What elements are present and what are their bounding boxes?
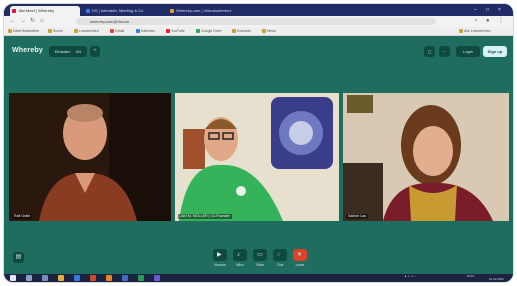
bookmark-item[interactable]: Gmail	[110, 29, 124, 34]
browser-tab[interactable]: US | Interaktiv, Meeting & Co	[84, 6, 164, 16]
login-button[interactable]: Login	[456, 46, 480, 57]
bookmark-item[interactable]: Alle Lesezeichen	[459, 29, 490, 34]
teams-icon[interactable]	[154, 275, 160, 281]
participant-video	[343, 93, 509, 221]
chat-icon: ◌	[277, 252, 281, 258]
participant-tile[interactable]: JAN M. MÖLLER | Co-Founder	[175, 93, 339, 221]
tab-favicon-icon	[86, 9, 90, 13]
browser-tab[interactable]: Whereby.com | Videokonferenz	[168, 6, 240, 16]
microphone-label: Mikro	[236, 263, 244, 267]
participant-tile[interactable]: Ralf Gräfe	[9, 93, 171, 221]
camera-icon: ▶	[217, 252, 222, 258]
task-view-icon[interactable]	[42, 275, 48, 281]
chat-label: Chat	[276, 263, 284, 267]
app-header: Whereby Einladen 3/4 + ▢ ··· Login Sign …	[4, 36, 513, 62]
leave-icon: ✕	[297, 252, 303, 258]
leave-label: Leave	[295, 263, 305, 267]
youtube-icon	[166, 29, 170, 33]
call-controls: ▤ ▶ Kamera ♪ Mikro ▭ Teilen ◌ Chat ✕ Lea…	[4, 244, 513, 274]
bookmark-item[interactable]: Lesezeichen	[74, 29, 99, 34]
browser-tab-active[interactable]: Jitsi Meet | Whereby	[10, 6, 80, 16]
tab-favicon-icon	[170, 9, 174, 13]
invite-label: Einladen	[54, 49, 71, 54]
participant-name: JAN M. MÖLLER | Co-Founder	[178, 214, 232, 219]
more-icon[interactable]: ···	[439, 46, 450, 57]
participant-video	[175, 93, 339, 221]
add-button[interactable]: +	[90, 46, 100, 57]
bookmarks-bar: Datei Bearbeiten Suche Lesezeichen Gmail…	[4, 27, 513, 36]
firefox-icon[interactable]	[106, 275, 112, 281]
screen-share-label: Teilen	[255, 263, 265, 267]
people-count: 3/4	[75, 49, 82, 54]
address-text: whereby.com/jlrt/room	[90, 19, 130, 24]
tab-favicon-icon	[12, 9, 16, 13]
participant-video	[9, 93, 171, 221]
tab-label: Jitsi Meet | Whereby	[18, 8, 55, 13]
screen-frame: Jitsi Meet | Whereby US | Interaktiv, Me…	[4, 4, 513, 282]
address-bar[interactable]: whereby.com/jlrt/room	[76, 18, 436, 25]
edge-icon[interactable]	[74, 275, 80, 281]
start-icon[interactable]	[10, 275, 16, 281]
tab-label: US | Interaktiv, Meeting & Co	[92, 8, 144, 13]
file-explorer-icon[interactable]	[58, 275, 64, 281]
invite-button[interactable]: Einladen 3/4	[49, 46, 87, 57]
browser-nav-bar: ← → ↻ ⌂ whereby.com/jlrt/room ⋆ ● ⋮	[4, 16, 513, 27]
search-icon[interactable]	[26, 275, 32, 281]
microphone-button[interactable]: ♪	[233, 249, 247, 261]
folder-icon	[8, 29, 12, 33]
microphone-icon: ♪	[237, 252, 240, 258]
menu-icon[interactable]: ⋮	[498, 18, 504, 25]
sidebar-toggle-icon[interactable]: ▤	[13, 252, 24, 263]
calendar-icon	[136, 29, 140, 33]
bookmark-item[interactable]: Datei Bearbeiten	[8, 29, 39, 34]
home-icon[interactable]: ⌂	[40, 18, 44, 25]
folder-icon	[262, 29, 266, 33]
leave-button[interactable]: ✕	[293, 249, 307, 261]
chat-button[interactable]: ◌	[273, 249, 287, 261]
bookmark-item[interactable]: YouTube	[166, 29, 185, 34]
clock-date: 01.02.2021	[488, 277, 504, 281]
bookmark-item[interactable]: Suche	[48, 29, 63, 34]
minimize-icon[interactable]: –	[474, 7, 477, 13]
bookmark-item[interactable]: Kontakte	[232, 29, 251, 34]
app-icon[interactable]	[90, 275, 96, 281]
camera-button[interactable]: ▶	[213, 249, 227, 261]
folder-icon	[48, 29, 52, 33]
tray-icons[interactable]: ▲ ◐ ♫ ⌂	[404, 275, 415, 278]
camera-label: Kamera	[214, 263, 226, 267]
bookmark-item[interactable]: News	[262, 29, 276, 34]
chat-icon[interactable]: ▢	[424, 46, 435, 57]
back-icon[interactable]: ←	[10, 18, 16, 25]
excel-icon[interactable]	[138, 275, 144, 281]
profile-icon[interactable]: ●	[486, 18, 490, 25]
drive-icon	[196, 29, 200, 33]
os-taskbar: ▲ ◐ ♫ ⌂ 12:04 01.02.2021	[4, 274, 513, 282]
extensions-icon[interactable]: ⋆	[474, 18, 478, 25]
forward-icon[interactable]: →	[20, 18, 26, 25]
signup-button[interactable]: Sign up	[483, 46, 507, 57]
participant-name: Ralf Gräfe	[12, 214, 33, 219]
clock-time: 12:04	[466, 274, 474, 278]
bookmark-item[interactable]: Kalender	[136, 29, 155, 34]
maximize-icon[interactable]: □	[486, 7, 489, 13]
reload-icon[interactable]: ↻	[30, 18, 35, 25]
folder-icon	[74, 29, 78, 33]
participant-tile[interactable]: Sabine Lau	[343, 93, 509, 221]
tab-label: Whereby.com | Videokonferenz	[176, 8, 232, 13]
folder-icon	[232, 29, 236, 33]
word-icon[interactable]	[122, 275, 128, 281]
browser-tab-strip: Jitsi Meet | Whereby US | Interaktiv, Me…	[4, 4, 513, 16]
screen-share-icon: ▭	[257, 252, 263, 258]
gmail-icon	[110, 29, 114, 33]
bookmark-item[interactable]: Google Drive	[196, 29, 221, 34]
app-logo: Whereby	[12, 47, 43, 54]
close-icon[interactable]: ×	[498, 7, 501, 13]
folder-icon	[459, 29, 463, 33]
screen-share-button[interactable]: ▭	[253, 249, 267, 261]
participant-name: Sabine Lau	[346, 214, 369, 219]
